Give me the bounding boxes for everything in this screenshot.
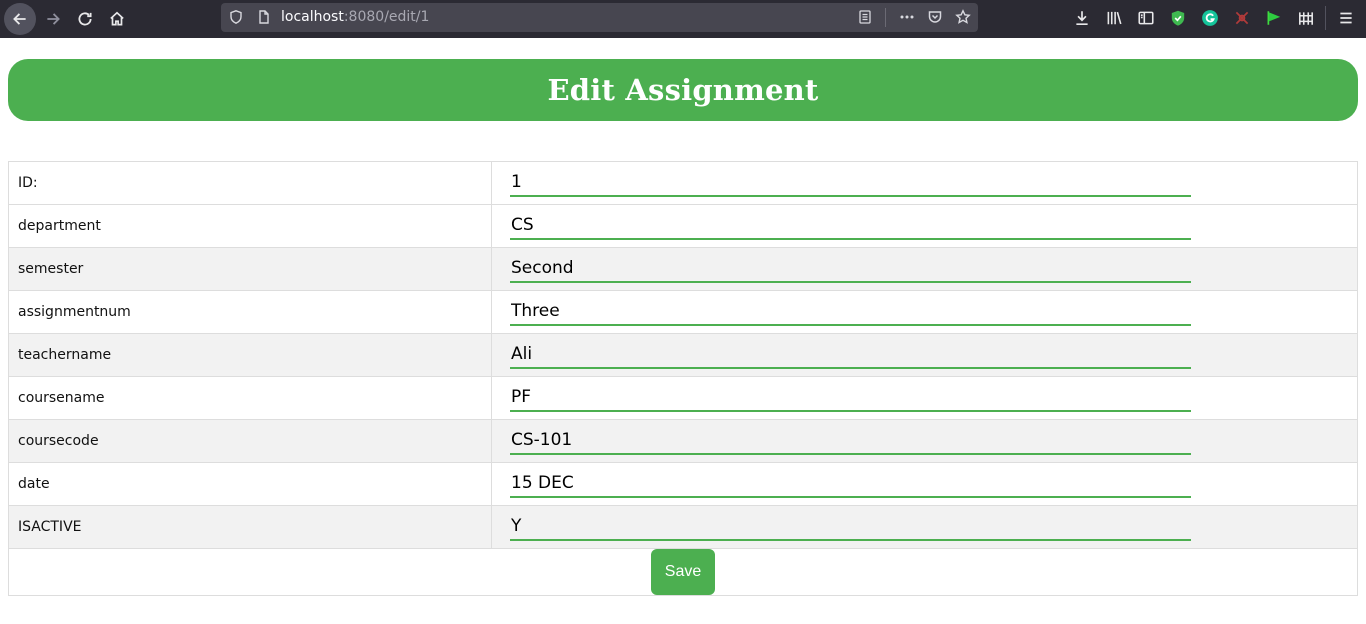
back-arrow-icon[interactable] bbox=[4, 3, 36, 35]
field-label: coursename bbox=[8, 376, 492, 420]
url-bar[interactable]: localhost:8080/edit/1 bbox=[221, 3, 978, 32]
form-row-coursename: coursename bbox=[8, 376, 1358, 420]
reload-icon[interactable] bbox=[69, 3, 101, 35]
field-label: coursecode bbox=[8, 419, 492, 463]
form-row-teachername: teachername bbox=[8, 333, 1358, 377]
downloads-icon[interactable] bbox=[1071, 7, 1093, 29]
bookmark-star-icon[interactable] bbox=[954, 8, 972, 26]
field-label: department bbox=[8, 204, 492, 248]
assignmentnum-input[interactable] bbox=[510, 298, 1191, 326]
page-info-icon[interactable] bbox=[255, 8, 273, 26]
date-input[interactable] bbox=[510, 470, 1191, 498]
form-row-id: ID: bbox=[8, 161, 1358, 205]
adblock-shield-icon[interactable] bbox=[1167, 7, 1189, 29]
field-label: assignmentnum bbox=[8, 290, 492, 334]
department-input[interactable] bbox=[510, 212, 1191, 240]
page-title: Edit Assignment bbox=[547, 73, 819, 107]
form-row-isactive: ISACTIVE bbox=[8, 505, 1358, 549]
url-text[interactable]: localhost:8080/edit/1 bbox=[281, 3, 429, 32]
field-label: teachername bbox=[8, 333, 492, 377]
id-input[interactable] bbox=[510, 169, 1191, 197]
more-actions-icon[interactable] bbox=[898, 8, 916, 26]
forward-arrow-icon[interactable] bbox=[37, 3, 69, 35]
page-header: Edit Assignment bbox=[8, 59, 1358, 121]
coursename-input[interactable] bbox=[510, 384, 1191, 412]
form-row-assignmentnum: assignmentnum bbox=[8, 290, 1358, 334]
blocked-extension-icon[interactable] bbox=[1231, 7, 1253, 29]
hamburger-menu-icon[interactable] bbox=[1335, 7, 1357, 29]
gate-extension-icon[interactable] bbox=[1295, 7, 1317, 29]
isactive-input[interactable] bbox=[510, 513, 1191, 541]
field-label: date bbox=[8, 462, 492, 506]
edit-form-table: ID: department semester assignmentnum te… bbox=[8, 161, 1358, 596]
reader-view-icon[interactable] bbox=[856, 8, 874, 26]
library-icon[interactable] bbox=[1103, 7, 1125, 29]
browser-toolbar: localhost:8080/edit/1 bbox=[0, 0, 1366, 38]
flag-extension-icon[interactable] bbox=[1263, 7, 1285, 29]
field-label: semester bbox=[8, 247, 492, 291]
field-label: ID: bbox=[8, 161, 492, 205]
tracking-shield-icon[interactable] bbox=[227, 8, 245, 26]
form-row-coursecode: coursecode bbox=[8, 419, 1358, 463]
form-row-actions: Save bbox=[8, 548, 1358, 596]
grammarly-icon[interactable] bbox=[1199, 7, 1221, 29]
home-icon[interactable] bbox=[101, 3, 133, 35]
toolbar-divider bbox=[1325, 6, 1326, 30]
form-row-date: date bbox=[8, 462, 1358, 506]
field-label: ISACTIVE bbox=[8, 505, 492, 549]
teachername-input[interactable] bbox=[510, 341, 1191, 369]
url-bar-divider bbox=[885, 8, 886, 27]
pocket-icon[interactable] bbox=[926, 8, 944, 26]
save-button[interactable]: Save bbox=[651, 549, 715, 595]
form-row-department: department bbox=[8, 204, 1358, 248]
sidebar-icon[interactable] bbox=[1135, 7, 1157, 29]
form-row-semester: semester bbox=[8, 247, 1358, 291]
coursecode-input[interactable] bbox=[510, 427, 1191, 455]
semester-input[interactable] bbox=[510, 255, 1191, 283]
